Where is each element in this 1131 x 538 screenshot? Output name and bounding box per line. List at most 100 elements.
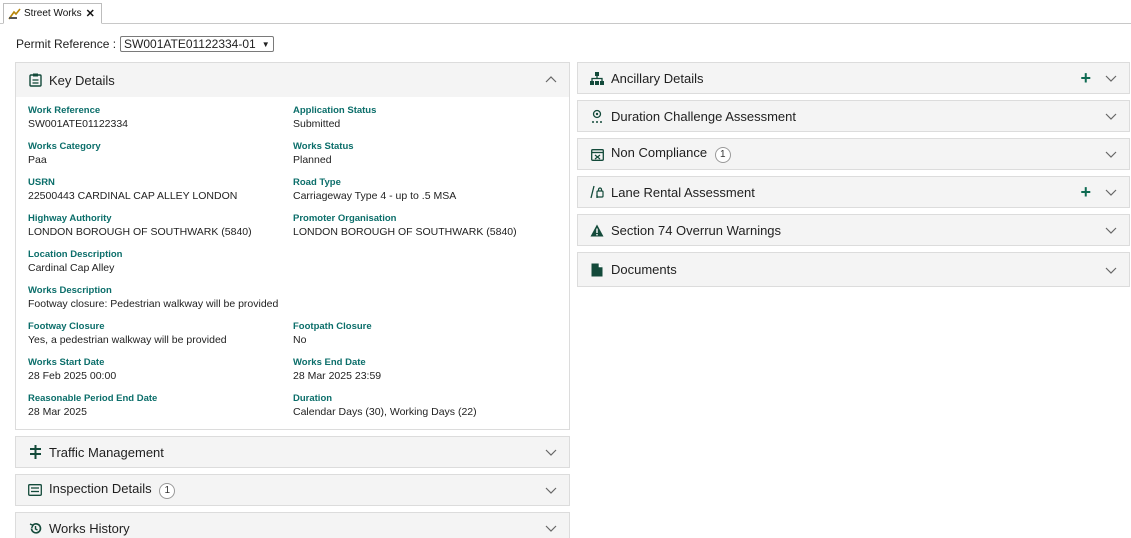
field-value: No	[293, 334, 307, 346]
chevron-down-icon[interactable]	[545, 446, 557, 458]
section-74-title: Section 74 Overrun Warnings	[611, 222, 782, 238]
signpost-icon	[28, 445, 42, 459]
field-value: LONDON BOROUGH OF SOUTHWARK (5840)	[28, 226, 252, 238]
chevron-down-icon[interactable]	[1105, 224, 1117, 236]
field-label: Works Category	[28, 141, 101, 152]
add-lane-rental-plus-icon[interactable]: +	[1080, 183, 1091, 201]
chevron-down-icon[interactable]	[1105, 264, 1117, 276]
field-location-description: Location Description Cardinal Cap Alley	[28, 249, 122, 275]
calendar-warning-icon	[590, 147, 604, 161]
inspection-count-badge: 1	[159, 483, 176, 499]
chevron-down-icon[interactable]	[545, 522, 557, 534]
non-compliance-header[interactable]: Non Compliance 1	[578, 139, 1129, 169]
tab-bar: Street Works ✕	[0, 0, 1131, 24]
ancillary-details-header[interactable]: Ancillary Details +	[578, 63, 1129, 93]
traffic-management-title: Traffic Management	[49, 444, 164, 460]
tab-street-works[interactable]: Street Works ✕	[3, 3, 102, 24]
chevron-down-icon[interactable]	[1105, 72, 1117, 84]
documents-header[interactable]: Documents	[578, 253, 1129, 286]
tab-close-icon[interactable]: ✕	[86, 7, 95, 20]
field-label: Duration	[293, 393, 333, 404]
field-value: Calendar Days (30), Working Days (22)	[293, 406, 477, 418]
non-compliance-title: Non Compliance	[611, 145, 708, 160]
field-label: Footpath Closure	[293, 321, 372, 332]
permit-reference-value: SW001ATE01122334-01	[124, 37, 256, 51]
field-label: USRN	[28, 177, 55, 188]
field-work-reference: Work Reference SW001ATE01122334	[28, 105, 128, 131]
permit-reference-select[interactable]: SW001ATE01122334-01 ▼	[120, 36, 274, 52]
chevron-down-icon[interactable]	[1105, 110, 1117, 122]
user-search-icon	[590, 109, 604, 123]
sitemap-icon	[590, 71, 604, 85]
field-label: Works End Date	[293, 357, 366, 368]
lane-rental-panel: Lane Rental Assessment +	[577, 176, 1130, 208]
section-74-panel: Section 74 Overrun Warnings	[577, 214, 1130, 246]
duration-challenge-panel: Duration Challenge Assessment	[577, 100, 1130, 132]
field-works-start-date: Works Start Date 28 Feb 2025 00:00	[28, 357, 116, 383]
key-details-body: Work Reference SW001ATE01122334 Applicat…	[16, 97, 569, 430]
works-history-header[interactable]: Works History	[16, 513, 569, 538]
field-works-description: Works Description Footway closure: Pedes…	[28, 285, 278, 311]
field-value: 28 Feb 2025 00:00	[28, 370, 117, 382]
key-details-panel: Key Details Work Reference SW001ATE01122…	[15, 62, 570, 430]
chevron-up-icon[interactable]	[545, 74, 557, 86]
street-works-icon	[8, 8, 21, 19]
inspection-details-header[interactable]: Inspection Details 1	[16, 475, 569, 505]
field-duration: Duration Calendar Days (30), Working Day…	[293, 393, 477, 419]
road-lock-icon	[590, 185, 604, 199]
non-compliance-title-wrap: Non Compliance 1	[611, 145, 1105, 163]
field-works-category: Works Category Paa	[28, 141, 101, 167]
permit-reference-row: Permit Reference : SW001ATE01122334-01 ▼	[16, 35, 274, 53]
field-promoter-organisation: Promoter Organisation LONDON BOROUGH OF …	[293, 213, 517, 239]
add-ancillary-plus-icon[interactable]: +	[1080, 69, 1091, 87]
traffic-management-header[interactable]: Traffic Management	[16, 437, 569, 467]
field-value: Paa	[28, 154, 47, 166]
ancillary-details-panel: Ancillary Details +	[577, 62, 1130, 94]
field-label: Work Reference	[28, 105, 101, 116]
field-application-status: Application Status Submitted	[293, 105, 376, 131]
field-label: Application Status	[293, 105, 377, 116]
field-value: 28 Mar 2025	[28, 406, 87, 418]
field-value: LONDON BOROUGH OF SOUTHWARK (5840)	[293, 226, 517, 238]
ancillary-details-title: Ancillary Details	[611, 70, 704, 86]
documents-title: Documents	[611, 262, 677, 277]
field-works-end-date: Works End Date 28 Mar 2025 23:59	[293, 357, 381, 383]
field-label: Works Description	[28, 285, 112, 296]
field-label: Road Type	[293, 177, 341, 188]
field-footway-closure: Footway Closure Yes, a pedestrian walkwa…	[28, 321, 227, 347]
field-value: Footway closure: Pedestrian walkway will…	[28, 298, 279, 310]
chevron-down-icon[interactable]	[1105, 148, 1117, 160]
clipboard-icon	[28, 73, 42, 87]
field-highway-authority: Highway Authority LONDON BOROUGH OF SOUT…	[28, 213, 252, 239]
duration-challenge-title: Duration Challenge Assessment	[611, 108, 796, 124]
field-usrn: USRN 22500443 CARDINAL CAP ALLEY LONDON	[28, 177, 237, 203]
field-label: Footway Closure	[28, 321, 105, 332]
lane-rental-header[interactable]: Lane Rental Assessment +	[578, 177, 1129, 207]
key-details-header[interactable]: Key Details	[16, 63, 569, 97]
warning-triangle-icon	[590, 223, 604, 237]
field-reasonable-period-end-date: Reasonable Period End Date 28 Mar 2025	[28, 393, 157, 419]
tab-label: Street Works	[24, 8, 82, 19]
chevron-down-icon[interactable]	[545, 484, 557, 496]
chevron-down-icon[interactable]	[1105, 186, 1117, 198]
field-value: Carriageway Type 4 - up to .5 MSA	[293, 190, 457, 202]
field-label: Location Description	[28, 249, 123, 260]
field-label: Highway Authority	[28, 213, 112, 224]
section-74-header[interactable]: Section 74 Overrun Warnings	[578, 215, 1129, 245]
inspection-details-title-wrap: Inspection Details 1	[49, 481, 545, 499]
field-road-type: Road Type Carriageway Type 4 - up to .5 …	[293, 177, 456, 203]
duration-challenge-header[interactable]: Duration Challenge Assessment	[578, 101, 1129, 131]
inspection-details-panel: Inspection Details 1	[15, 474, 570, 506]
field-value: Yes, a pedestrian walkway will be provid…	[28, 334, 227, 346]
traffic-management-panel: Traffic Management	[15, 436, 570, 468]
permit-reference-label: Permit Reference :	[16, 37, 117, 51]
inspection-details-title: Inspection Details	[49, 481, 152, 496]
field-label: Works Start Date	[28, 357, 105, 368]
works-history-title: Works History	[49, 520, 130, 536]
field-value: 28 Mar 2025 23:59	[293, 370, 382, 382]
field-value: 22500443 CARDINAL CAP ALLEY LONDON	[28, 190, 238, 202]
field-value: Planned	[293, 154, 332, 166]
field-label: Promoter Organisation	[293, 213, 397, 224]
field-value: Cardinal Cap Alley	[28, 262, 115, 274]
lane-rental-title: Lane Rental Assessment	[611, 184, 755, 200]
